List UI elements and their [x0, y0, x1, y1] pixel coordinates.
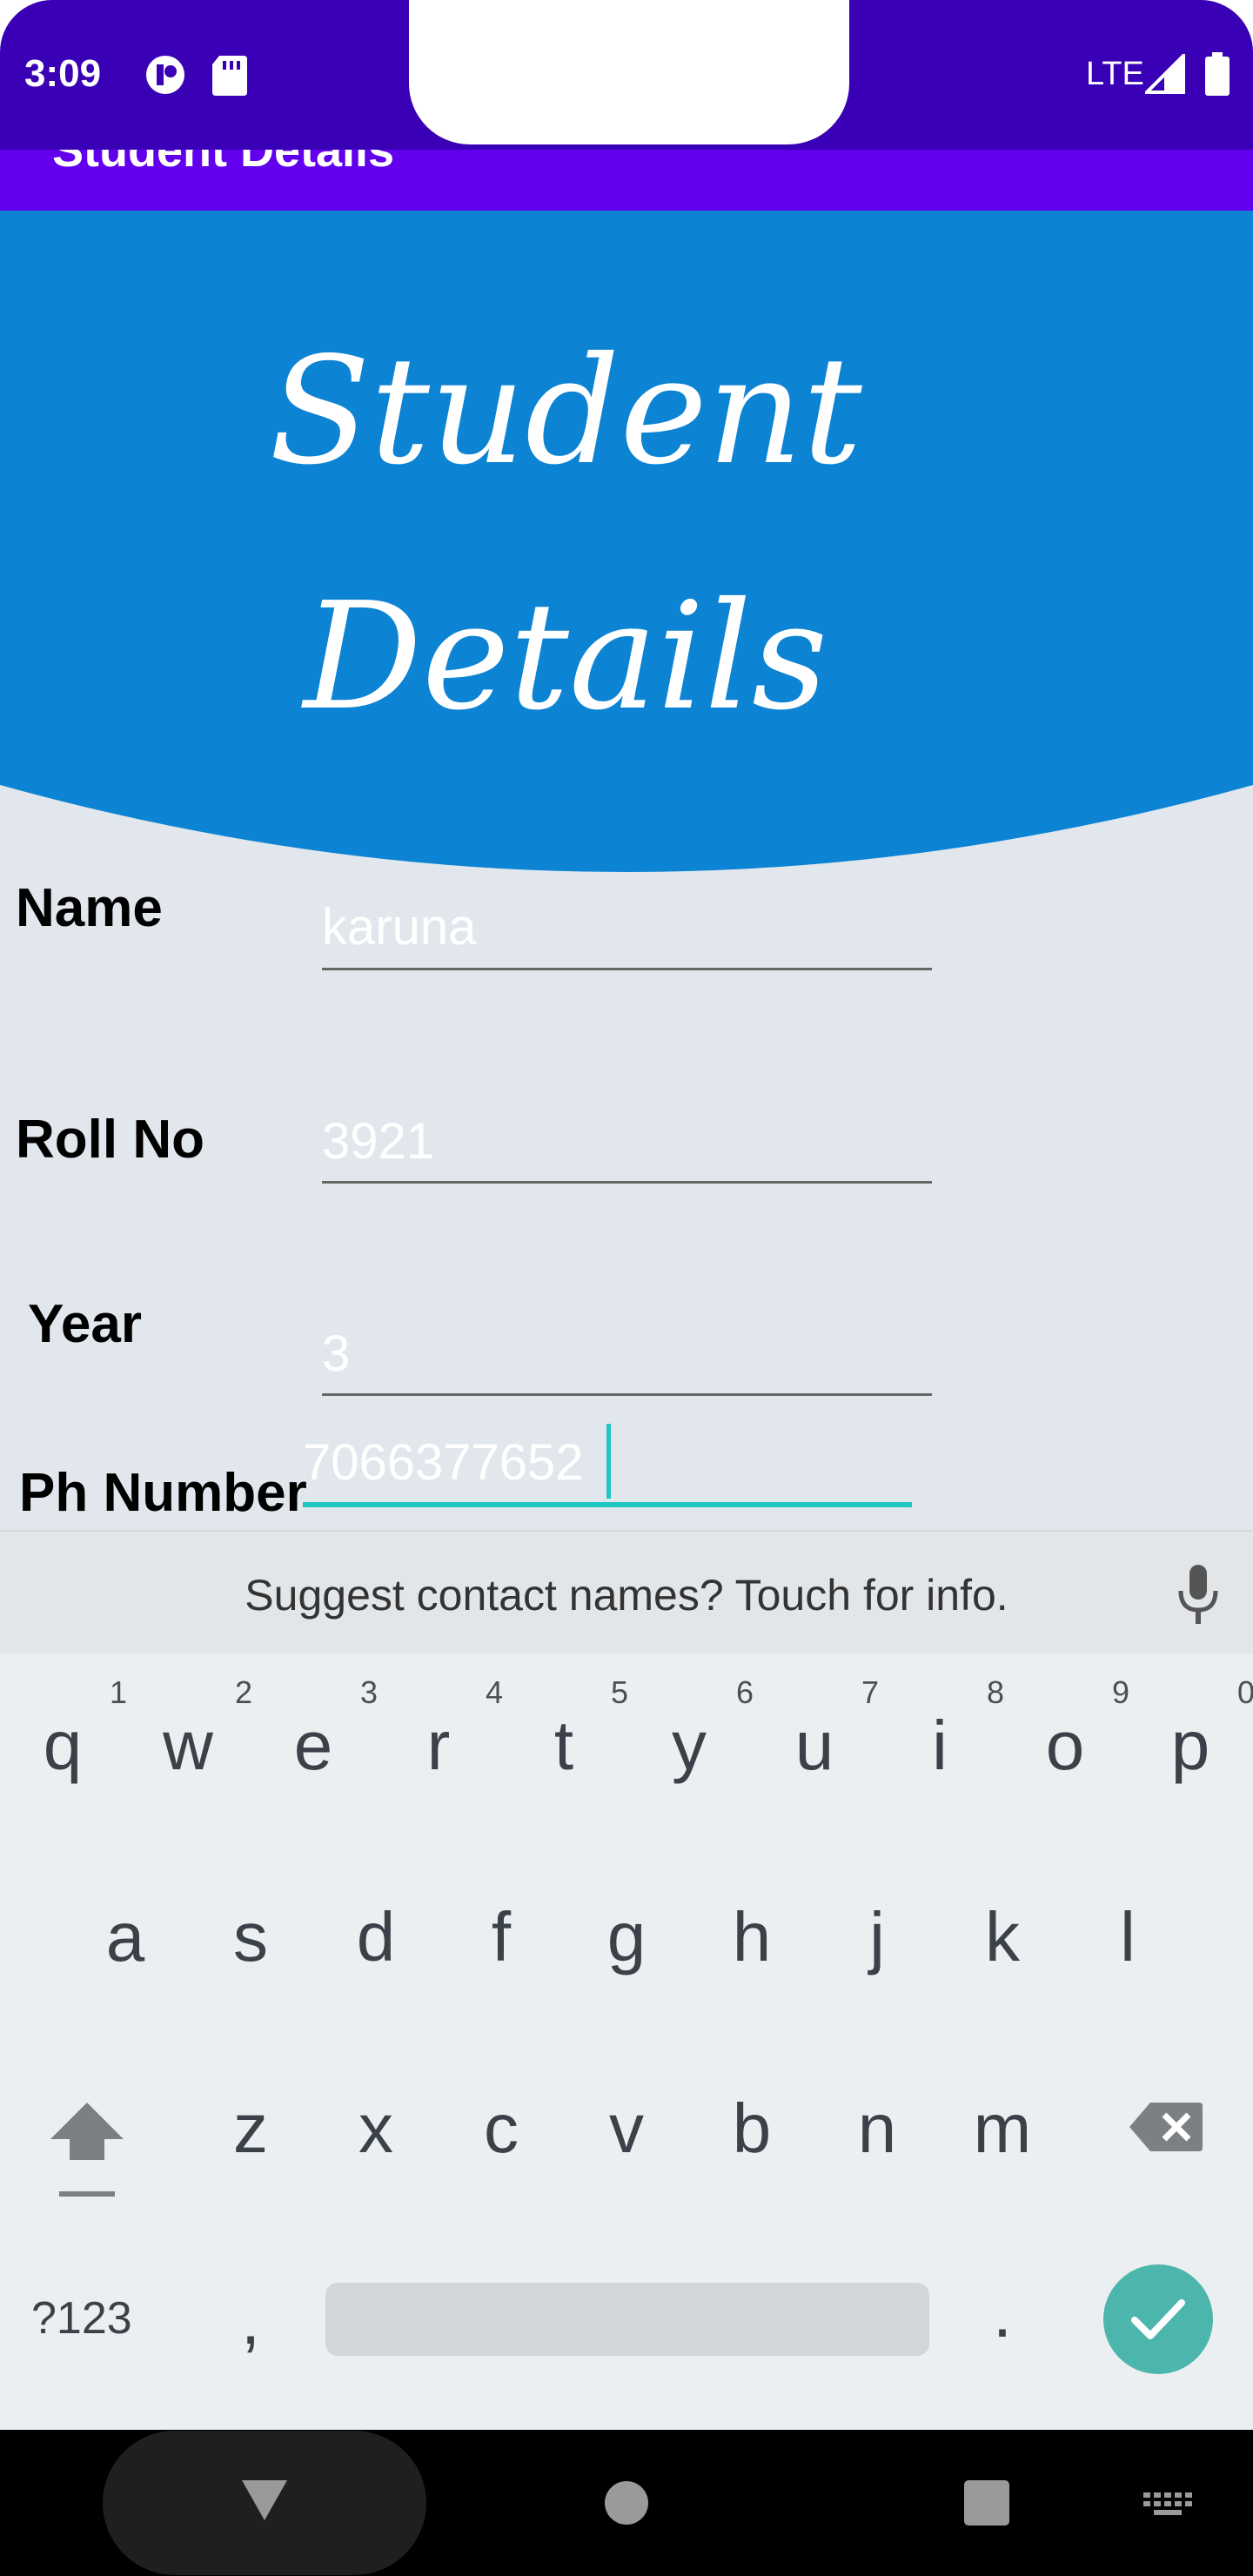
key-c[interactable]: c: [439, 2089, 564, 2169]
enter-key[interactable]: [1103, 2264, 1213, 2374]
suggestion-text[interactable]: Suggest contact names? Touch for info.: [0, 1570, 1253, 1620]
phone-number-label: Ph Number: [19, 1463, 307, 1523]
backspace-icon[interactable]: [1128, 2101, 1204, 2153]
year-label: Year: [28, 1294, 143, 1354]
text-cursor: [606, 1424, 611, 1499]
app-notification-icon: [146, 56, 184, 94]
space-bar[interactable]: [325, 2283, 929, 2356]
checkmark-icon: [1131, 2299, 1185, 2339]
key-y[interactable]: y: [626, 1706, 752, 1786]
home-circle-icon[interactable]: [604, 2480, 649, 2526]
comma-key[interactable]: ,: [188, 2280, 313, 2360]
header-title-line2: Details: [303, 571, 828, 743]
year-input-underline: [322, 1393, 932, 1396]
shift-icon[interactable]: [45, 2097, 129, 2202]
phone-number-input-underline: [303, 1502, 912, 1507]
sd-card-icon: [212, 56, 247, 96]
signal-icon: [1145, 54, 1185, 94]
microphone-icon[interactable]: [1175, 1565, 1222, 1626]
app-bar-title: Student Details: [52, 150, 395, 177]
key-x[interactable]: x: [313, 2089, 439, 2169]
roll-no-input[interactable]: [322, 1110, 931, 1171]
key-h[interactable]: h: [689, 1897, 814, 1977]
key-z[interactable]: z: [188, 2089, 313, 2169]
status-time: 3:09: [24, 52, 102, 95]
recents-square-icon[interactable]: [964, 2480, 1009, 2526]
keyboard-suggestion-bar[interactable]: Suggest contact names? Touch for info.: [0, 1530, 1253, 1655]
app-bar: Student Details: [0, 150, 1253, 211]
battery-icon: [1205, 52, 1230, 96]
key-l[interactable]: l: [1065, 1897, 1190, 1977]
key-m[interactable]: m: [940, 2089, 1065, 2169]
key-w[interactable]: w: [125, 1706, 251, 1786]
roll-no-input-underline: [322, 1181, 932, 1184]
roll-no-label: Roll No: [16, 1110, 204, 1170]
key-s[interactable]: s: [188, 1897, 313, 1977]
key-i[interactable]: i: [877, 1706, 1002, 1786]
period-key[interactable]: .: [940, 2273, 1065, 2353]
key-d[interactable]: d: [313, 1897, 439, 1977]
name-label: Name: [16, 878, 163, 938]
key-k[interactable]: k: [940, 1897, 1065, 1977]
key-b[interactable]: b: [689, 2089, 814, 2169]
key-q[interactable]: q: [0, 1706, 125, 1786]
key-e[interactable]: e: [251, 1706, 376, 1786]
key-u[interactable]: u: [752, 1706, 877, 1786]
key-o[interactable]: o: [1002, 1706, 1128, 1786]
key-f[interactable]: f: [439, 1897, 564, 1977]
header-banner: Student Details: [0, 211, 1253, 872]
year-input[interactable]: [322, 1323, 931, 1384]
key-n[interactable]: n: [814, 2089, 940, 2169]
name-input[interactable]: [322, 896, 931, 957]
header-title-line1: Student: [269, 325, 862, 498]
network-type: LTE: [1086, 56, 1144, 92]
key-j[interactable]: j: [814, 1897, 940, 1977]
key-a[interactable]: a: [63, 1897, 188, 1977]
key-p[interactable]: p: [1128, 1706, 1253, 1786]
key-t[interactable]: t: [501, 1706, 626, 1786]
key-v[interactable]: v: [564, 2089, 689, 2169]
header-title: Student Details: [0, 289, 1131, 780]
key-r[interactable]: r: [376, 1706, 501, 1786]
back-triangle-icon[interactable]: [238, 2477, 291, 2524]
symbols-key[interactable]: ?123: [31, 2292, 132, 2345]
key-hint-0: 0: [1236, 1674, 1253, 1710]
screen-corners: [0, 0, 1253, 52]
key-g[interactable]: g: [564, 1897, 689, 1977]
name-input-underline: [322, 968, 932, 970]
keyboard-switch-icon[interactable]: [1143, 2492, 1196, 2522]
